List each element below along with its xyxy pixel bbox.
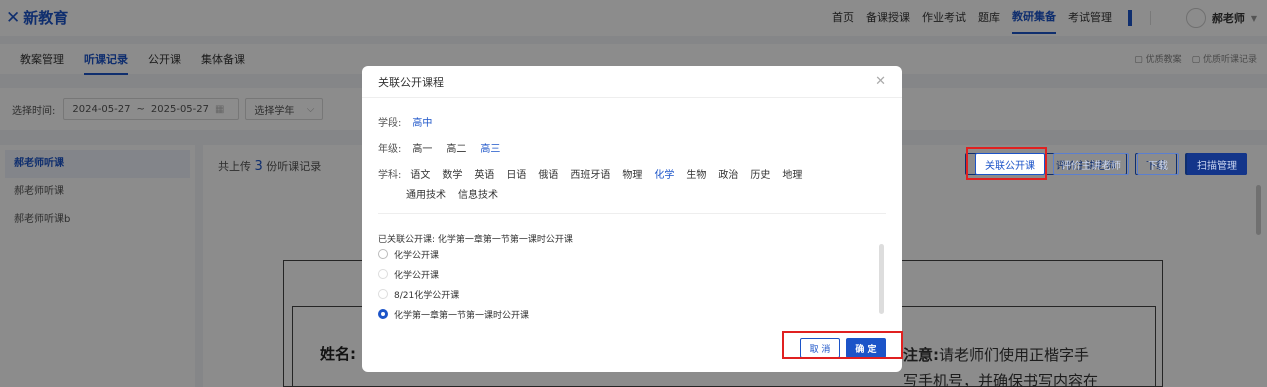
dialog-header: 关联公开课程 ✕ xyxy=(362,66,902,98)
grade-option-1[interactable]: 高一 xyxy=(412,140,432,155)
subject-general-tech[interactable]: 通用技术 xyxy=(406,186,446,201)
subject-info-tech[interactable]: 信息技术 xyxy=(458,186,498,201)
grade-option-3[interactable]: 高三 xyxy=(480,140,500,155)
subject-chemistry[interactable]: 化学 xyxy=(654,166,674,181)
radio-label: 8/21化学公开课 xyxy=(394,290,460,301)
radio-label: 化学第一章第一节第一课时公开课 xyxy=(394,310,530,321)
dim-evaluate-button: 评价主讲老师 xyxy=(1053,153,1129,175)
dim-download-button: 下载 xyxy=(1137,153,1179,175)
dim-scan-button: 扫描管理 xyxy=(1187,153,1247,175)
radio-option-2[interactable]: 8/21化学公开课 xyxy=(378,284,529,304)
subject-physics[interactable]: 物理 xyxy=(622,166,642,181)
grade-label: 年级: xyxy=(378,144,402,155)
radio-option-0[interactable]: 化学公开课 xyxy=(378,244,529,264)
stage-label: 学段: xyxy=(378,118,402,129)
subject-row: 学科: 语文 数学 英语 日语 俄语 西班牙语 物理 化学 生物 政治 历史 地… xyxy=(378,166,802,181)
subject-chinese[interactable]: 语文 xyxy=(410,166,430,181)
stage-row: 学段: 高中 xyxy=(378,114,432,129)
radio-dot-selected xyxy=(378,309,388,319)
close-icon[interactable]: ✕ xyxy=(875,74,886,89)
radio-option-1[interactable]: 化学公开课 xyxy=(378,264,529,284)
subject-history[interactable]: 历史 xyxy=(750,166,770,181)
subject-spanish[interactable]: 西班牙语 xyxy=(570,166,610,181)
subject-geography[interactable]: 地理 xyxy=(782,166,802,181)
dialog-title: 关联公开课程 xyxy=(378,75,444,89)
subject-politics[interactable]: 政治 xyxy=(718,166,738,181)
grade-option-2[interactable]: 高二 xyxy=(446,140,466,155)
radio-label: 化学公开课 xyxy=(394,270,440,281)
subject-row-2: 通用技术 信息技术 xyxy=(406,186,498,201)
subject-label: 学科: xyxy=(378,170,402,181)
subject-japanese[interactable]: 日语 xyxy=(506,166,526,181)
radio-dot xyxy=(378,289,388,299)
radio-list-scrollbar[interactable] xyxy=(879,244,884,314)
dialog-divider xyxy=(378,213,886,214)
stage-option-high[interactable]: 高中 xyxy=(412,114,432,129)
link-open-class-dialog: 关联公开课程 ✕ 学段: 高中 年级: 高一 高二 高三 学科: 语文 数学 英… xyxy=(362,66,902,372)
radio-label: 化学公开课 xyxy=(394,250,440,261)
radio-option-3[interactable]: 化学第一章第一节第一课时公开课 xyxy=(378,304,529,324)
radio-dot xyxy=(378,269,388,279)
subject-math[interactable]: 数学 xyxy=(442,166,462,181)
subject-biology[interactable]: 生物 xyxy=(686,166,706,181)
subject-english[interactable]: 英语 xyxy=(474,166,494,181)
annotation-box-link-button xyxy=(966,147,1047,180)
annotation-box-dialog-buttons xyxy=(782,331,903,359)
radio-dot xyxy=(378,249,388,259)
grade-row: 年级: 高一 高二 高三 xyxy=(378,140,500,155)
open-class-radio-list: 化学公开课 化学公开课 8/21化学公开课 化学第一章第一节第一课时公开课 xyxy=(378,244,529,324)
subject-russian[interactable]: 俄语 xyxy=(538,166,558,181)
